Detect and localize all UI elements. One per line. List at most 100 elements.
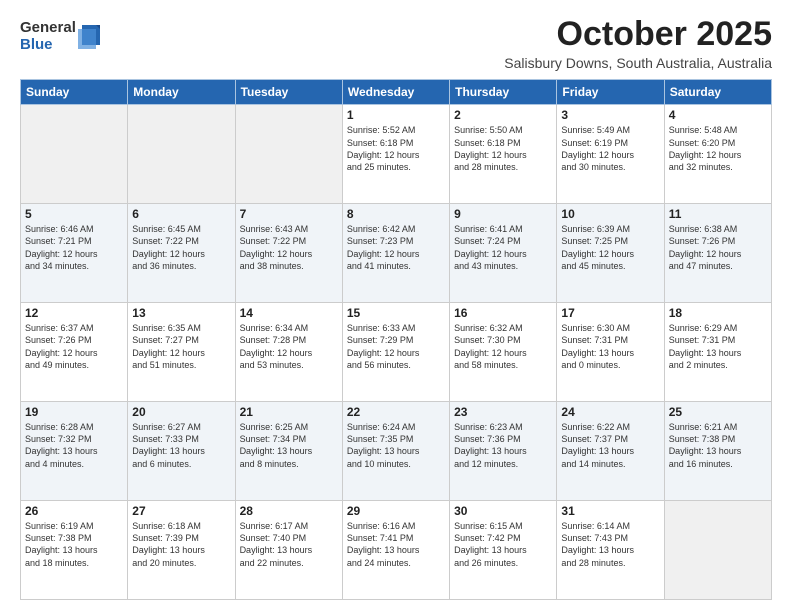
table-row: 24 Sunrise: 6:22 AM Sunset: 7:37 PM Dayli… — [557, 402, 664, 501]
cell-info: Sunrise: 5:52 AM Sunset: 6:18 PM Dayligh… — [347, 124, 445, 173]
col-thursday: Thursday — [450, 80, 557, 105]
page: General Blue October 2025 Salisbury Down… — [0, 0, 792, 612]
day-number: 15 — [347, 306, 445, 320]
day-number: 13 — [132, 306, 230, 320]
cell-info: Sunrise: 6:14 AM Sunset: 7:43 PM Dayligh… — [561, 520, 659, 569]
calendar-week-row: 1Sunrise: 5:52 AM Sunset: 6:18 PM Daylig… — [21, 105, 772, 204]
header-row: Sunday Monday Tuesday Wednesday Thursday… — [21, 80, 772, 105]
table-row: 1Sunrise: 5:52 AM Sunset: 6:18 PM Daylig… — [342, 105, 449, 204]
day-number: 22 — [347, 405, 445, 419]
cell-info: Sunrise: 6:37 AM Sunset: 7:26 PM Dayligh… — [25, 322, 123, 371]
cell-info: Sunrise: 6:32 AM Sunset: 7:30 PM Dayligh… — [454, 322, 552, 371]
calendar-table: Sunday Monday Tuesday Wednesday Thursday… — [20, 79, 772, 600]
col-monday: Monday — [128, 80, 235, 105]
day-number: 25 — [669, 405, 767, 419]
table-row: 29Sunrise: 6:16 AM Sunset: 7:41 PM Dayli… — [342, 501, 449, 600]
day-number: 24 — [561, 405, 659, 419]
cell-info: Sunrise: 6:28 AM Sunset: 7:32 PM Dayligh… — [25, 421, 123, 470]
table-row: 5Sunrise: 6:46 AM Sunset: 7:21 PM Daylig… — [21, 204, 128, 303]
cell-info: Sunrise: 6:21 AM Sunset: 7:38 PM Dayligh… — [669, 421, 767, 470]
table-row: 26Sunrise: 6:19 AM Sunset: 7:38 PM Dayli… — [21, 501, 128, 600]
table-row: 28 Sunrise: 6:17 AM Sunset: 7:40 PM Dayli… — [235, 501, 342, 600]
table-row: 10 Sunrise: 6:39 AM Sunset: 7:25 PM Dayli… — [557, 204, 664, 303]
cell-info: Sunrise: 6:18 AM Sunset: 7:39 PM Dayligh… — [132, 520, 230, 569]
day-number: 17 — [561, 306, 659, 320]
table-row: 18 Sunrise: 6:29 AM Sunset: 7:31 PM Dayli… — [664, 303, 771, 402]
table-row: 6Sunrise: 6:45 AM Sunset: 7:22 PM Daylig… — [128, 204, 235, 303]
cell-info: Sunrise: 5:49 AM Sunset: 6:19 PM Dayligh… — [561, 124, 659, 173]
cell-info: Sunrise: 6:29 AM Sunset: 7:31 PM Dayligh… — [669, 322, 767, 371]
table-row: 30 Sunrise: 6:15 AM Sunset: 7:42 PM Dayli… — [450, 501, 557, 600]
table-row: 31 Sunrise: 6:14 AM Sunset: 7:43 PM Dayli… — [557, 501, 664, 600]
cell-info: Sunrise: 6:43 AM Sunset: 7:22 PM Dayligh… — [240, 223, 338, 272]
table-row — [664, 501, 771, 600]
col-saturday: Saturday — [664, 80, 771, 105]
cell-info: Sunrise: 6:30 AM Sunset: 7:31 PM Dayligh… — [561, 322, 659, 371]
logo-blue: Blue — [20, 37, 76, 54]
cell-info: Sunrise: 6:41 AM Sunset: 7:24 PM Dayligh… — [454, 223, 552, 272]
table-row: 20Sunrise: 6:27 AM Sunset: 7:33 PM Dayli… — [128, 402, 235, 501]
table-row — [128, 105, 235, 204]
calendar-week-row: 26Sunrise: 6:19 AM Sunset: 7:38 PM Dayli… — [21, 501, 772, 600]
logo-text: General Blue — [20, 20, 76, 53]
table-row: 15 Sunrise: 6:33 AM Sunset: 7:29 PM Dayli… — [342, 303, 449, 402]
col-wednesday: Wednesday — [342, 80, 449, 105]
cell-info: Sunrise: 6:15 AM Sunset: 7:42 PM Dayligh… — [454, 520, 552, 569]
title-block: October 2025 Salisbury Downs, South Aust… — [504, 16, 772, 71]
day-number: 29 — [347, 504, 445, 518]
day-number: 12 — [25, 306, 123, 320]
cell-info: Sunrise: 5:48 AM Sunset: 6:20 PM Dayligh… — [669, 124, 767, 173]
cell-info: Sunrise: 6:24 AM Sunset: 7:35 PM Dayligh… — [347, 421, 445, 470]
day-number: 3 — [561, 108, 659, 122]
cell-info: Sunrise: 6:42 AM Sunset: 7:23 PM Dayligh… — [347, 223, 445, 272]
day-number: 14 — [240, 306, 338, 320]
cell-info: Sunrise: 6:23 AM Sunset: 7:36 PM Dayligh… — [454, 421, 552, 470]
day-number: 10 — [561, 207, 659, 221]
table-row: 13Sunrise: 6:35 AM Sunset: 7:27 PM Dayli… — [128, 303, 235, 402]
table-row: 7 Sunrise: 6:43 AM Sunset: 7:22 PM Daylig… — [235, 204, 342, 303]
calendar-week-row: 12 Sunrise: 6:37 AM Sunset: 7:26 PM Dayli… — [21, 303, 772, 402]
table-row — [21, 105, 128, 204]
day-number: 31 — [561, 504, 659, 518]
cell-info: Sunrise: 6:27 AM Sunset: 7:33 PM Dayligh… — [132, 421, 230, 470]
table-row — [235, 105, 342, 204]
day-number: 5 — [25, 207, 123, 221]
col-friday: Friday — [557, 80, 664, 105]
location: Salisbury Downs, South Australia, Austra… — [504, 55, 772, 71]
table-row: 8 Sunrise: 6:42 AM Sunset: 7:23 PM Daylig… — [342, 204, 449, 303]
day-number: 11 — [669, 207, 767, 221]
day-number: 19 — [25, 405, 123, 419]
table-row: 3 Sunrise: 5:49 AM Sunset: 6:19 PM Daylig… — [557, 105, 664, 204]
col-tuesday: Tuesday — [235, 80, 342, 105]
cell-info: Sunrise: 6:33 AM Sunset: 7:29 PM Dayligh… — [347, 322, 445, 371]
cell-info: Sunrise: 5:50 AM Sunset: 6:18 PM Dayligh… — [454, 124, 552, 173]
cell-info: Sunrise: 6:17 AM Sunset: 7:40 PM Dayligh… — [240, 520, 338, 569]
day-number: 26 — [25, 504, 123, 518]
day-number: 4 — [669, 108, 767, 122]
day-number: 18 — [669, 306, 767, 320]
day-number: 9 — [454, 207, 552, 221]
month-title: October 2025 — [504, 16, 772, 53]
table-row: 11Sunrise: 6:38 AM Sunset: 7:26 PM Dayli… — [664, 204, 771, 303]
cell-info: Sunrise: 6:39 AM Sunset: 7:25 PM Dayligh… — [561, 223, 659, 272]
day-number: 2 — [454, 108, 552, 122]
logo-icon — [78, 21, 100, 49]
day-number: 7 — [240, 207, 338, 221]
day-number: 28 — [240, 504, 338, 518]
table-row: 19 Sunrise: 6:28 AM Sunset: 7:32 PM Dayli… — [21, 402, 128, 501]
day-number: 8 — [347, 207, 445, 221]
calendar-week-row: 5Sunrise: 6:46 AM Sunset: 7:21 PM Daylig… — [21, 204, 772, 303]
table-row: 2 Sunrise: 5:50 AM Sunset: 6:18 PM Daylig… — [450, 105, 557, 204]
table-row: 9 Sunrise: 6:41 AM Sunset: 7:24 PM Daylig… — [450, 204, 557, 303]
day-number: 30 — [454, 504, 552, 518]
day-number: 23 — [454, 405, 552, 419]
table-row: 16Sunrise: 6:32 AM Sunset: 7:30 PM Dayli… — [450, 303, 557, 402]
calendar-week-row: 19 Sunrise: 6:28 AM Sunset: 7:32 PM Dayli… — [21, 402, 772, 501]
table-row: 4 Sunrise: 5:48 AM Sunset: 6:20 PM Daylig… — [664, 105, 771, 204]
table-row: 14Sunrise: 6:34 AM Sunset: 7:28 PM Dayli… — [235, 303, 342, 402]
day-number: 27 — [132, 504, 230, 518]
table-row: 27 Sunrise: 6:18 AM Sunset: 7:39 PM Dayli… — [128, 501, 235, 600]
logo: General Blue — [20, 20, 100, 53]
cell-info: Sunrise: 6:22 AM Sunset: 7:37 PM Dayligh… — [561, 421, 659, 470]
day-number: 6 — [132, 207, 230, 221]
